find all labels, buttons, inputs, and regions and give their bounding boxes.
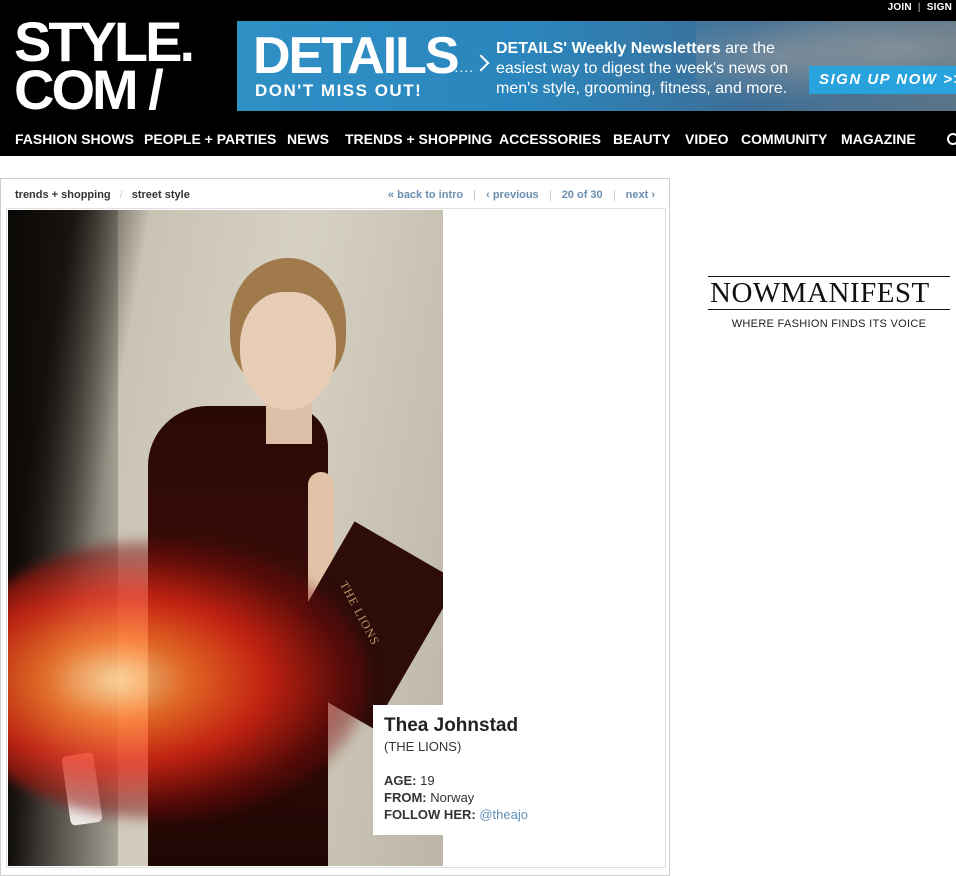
nav-community[interactable]: COMMUNITY <box>741 131 827 147</box>
age-label: AGE: <box>384 773 417 788</box>
nav-accessories[interactable]: ACCESSORIES <box>499 131 601 147</box>
subject-name: Thea Johnstad <box>384 715 519 736</box>
nav-trends-shopping[interactable]: TRENDS + SHOPPING <box>345 131 492 147</box>
social-handle-link[interactable]: @theajo <box>479 807 528 822</box>
pager-divider <box>549 189 551 201</box>
site-logo[interactable]: STYLE. COM / <box>14 14 214 121</box>
newsletter-banner-ad[interactable]: DETAILS DON'T MISS OUT! ........ DETAILS… <box>237 21 956 111</box>
age-value: 19 <box>420 773 435 788</box>
slideshow-pager: « back to intro ‹ previous 20 of 30 next… <box>388 189 655 201</box>
from-value: Norway <box>430 790 475 805</box>
ad-tagline: WHERE FASHION FINDS ITS VOICE <box>731 318 927 330</box>
sign-up-button[interactable]: SIGN UP NOW >> <box>809 66 956 94</box>
banner-copy-bold: DETAILS' Weekly Newsletters <box>496 40 721 57</box>
chevron-right-icon <box>472 54 490 72</box>
nav-news[interactable]: NEWS <box>287 131 329 147</box>
nowmanifest-ad[interactable]: NOWMANIFEST WHERE FASHION FINDS ITS VOIC… <box>708 276 950 336</box>
from-row: FROM: Norway <box>384 789 654 806</box>
follow-row: FOLLOW HER: @theajo <box>384 806 654 823</box>
nav-beauty[interactable]: BEAUTY <box>613 131 671 147</box>
photo-caption: Thea Johnstad (THE LIONS) AGE: 19 FROM: … <box>373 705 665 835</box>
divider: | <box>917 2 921 13</box>
search-icon[interactable] <box>947 133 956 145</box>
previous-link[interactable]: ‹ previous <box>486 189 539 201</box>
breadcrumb-subsection[interactable]: street style <box>132 189 190 201</box>
sign-in-link[interactable]: SIGN <box>927 2 952 13</box>
site-header: JOIN | SIGN STYLE. COM / DETAILS DON'T MIS… <box>0 0 956 156</box>
next-link[interactable]: next › <box>626 189 655 201</box>
banner-brand: DETAILS <box>253 27 460 85</box>
join-link[interactable]: JOIN <box>888 2 912 13</box>
follow-label: FOLLOW HER: <box>384 807 476 822</box>
pager-divider <box>474 189 476 201</box>
breadcrumb-separator: / <box>119 189 123 201</box>
nav-magazine[interactable]: MAGAZINE <box>841 131 916 147</box>
main-nav: FASHION SHOWS PEOPLE + PARTIES NEWS TREN… <box>0 128 956 152</box>
subject-agency: (THE LIONS) <box>384 739 462 754</box>
breadcrumb: trends + shopping / street style <box>15 189 190 201</box>
ad-wordmark: NOWMANIFEST <box>708 276 950 310</box>
slide-counter: 20 of 30 <box>561 189 603 201</box>
nav-video[interactable]: VIDEO <box>685 131 729 147</box>
back-to-intro-link[interactable]: « back to intro <box>388 189 463 201</box>
banner-dont-miss: DON'T MISS OUT! <box>255 81 423 100</box>
logo-line-2: COM / <box>14 58 164 121</box>
banner-dots: ........ <box>435 59 475 75</box>
nav-people-parties[interactable]: PEOPLE + PARTIES <box>144 131 276 147</box>
from-label: FROM: <box>384 790 427 805</box>
nav-fashion-shows[interactable]: FASHION SHOWS <box>15 131 134 147</box>
breadcrumb-section[interactable]: trends + shopping <box>15 189 111 201</box>
age-row: AGE: 19 <box>384 772 654 789</box>
pager-divider <box>613 189 615 201</box>
account-links: JOIN | SIGN <box>888 2 952 13</box>
banner-copy: DETAILS' Weekly Newsletters are the easi… <box>496 39 816 99</box>
photo-subject-face <box>240 292 336 410</box>
